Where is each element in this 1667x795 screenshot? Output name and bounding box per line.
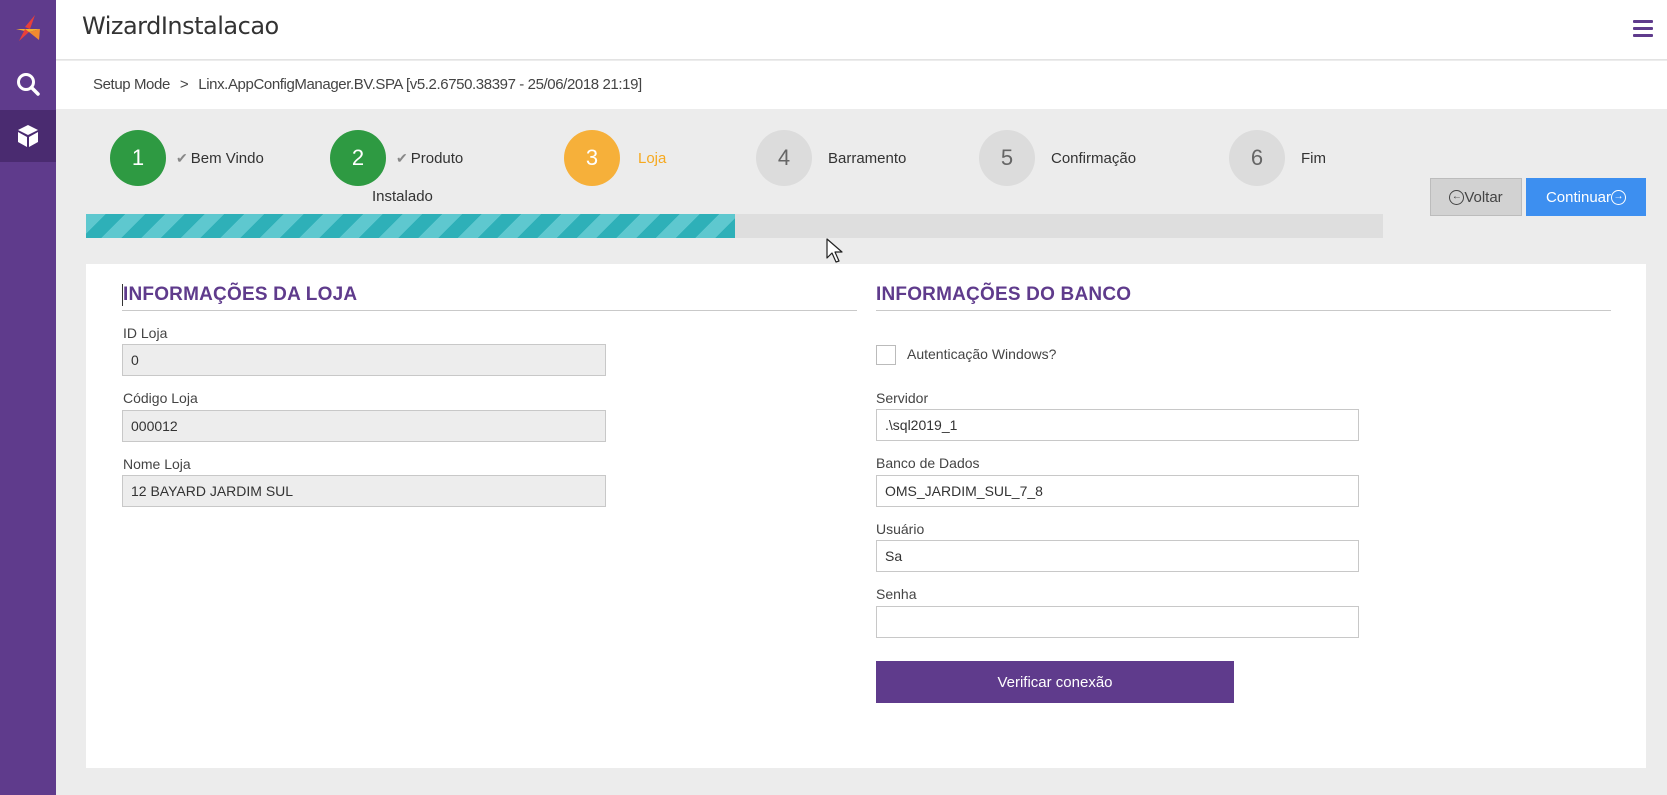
hamburger-menu-icon[interactable] <box>1633 20 1653 38</box>
step-number: 4 <box>756 130 812 186</box>
step-label: Confirmação <box>1051 149 1137 167</box>
wizard-step-2[interactable]: 2 ✔ Produto <box>330 130 463 186</box>
breadcrumb: Setup Mode > Linx.AppConfigManager.BV.SPA … <box>93 76 642 93</box>
verify-connection-button[interactable]: Verificar conexão <box>876 661 1234 703</box>
step-number: 1 <box>110 130 166 186</box>
step-label: Loja <box>638 149 667 167</box>
step-sublabel: Instalado <box>372 188 433 205</box>
store-code-label: Código Loja <box>123 390 198 406</box>
step-number: 5 <box>979 130 1035 186</box>
store-code-field[interactable]: 000012 <box>122 410 606 442</box>
continue-button-label: Continuar <box>1545 188 1612 206</box>
user-field[interactable]: Sa <box>876 540 1359 572</box>
server-field[interactable]: .\sql2019_1 <box>876 409 1359 441</box>
password-label: Senha <box>876 586 917 602</box>
breadcrumb-bar: Setup Mode > Linx.AppConfigManager.BV.SPA … <box>56 61 1667 109</box>
wizard-step-4[interactable]: 4 Barramento <box>756 130 906 186</box>
box-icon[interactable] <box>0 110 56 162</box>
search-icon[interactable] <box>0 58 56 110</box>
store-name-field[interactable]: 12 BAYARD JARDIM SUL <box>122 475 606 507</box>
store-section-title: INFORMAÇÕES DA LOJA <box>123 284 358 305</box>
step-label: Barramento <box>828 149 907 167</box>
form-panel <box>86 264 1646 768</box>
step-number: 2 <box>330 130 386 186</box>
windows-auth-label[interactable]: Autenticação Windows? <box>907 346 1056 362</box>
app-title: WizardInstalacao <box>82 12 279 40</box>
wizard-step-3[interactable]: 3 Loja <box>564 130 666 186</box>
step-number: 6 <box>1229 130 1285 186</box>
arrow-right-icon: → <box>1611 189 1627 205</box>
store-name-label: Nome Loja <box>123 456 191 472</box>
breadcrumb-root[interactable]: Setup Mode <box>93 76 170 93</box>
wizard-progress-bar <box>86 214 1383 238</box>
breadcrumb-separator: > <box>179 76 189 93</box>
database-name-field[interactable]: OMS_JARDIM_SUL_7_8 <box>876 475 1359 507</box>
wizard-step-5[interactable]: 5 Confirmação <box>979 130 1136 186</box>
sidebar <box>0 0 56 795</box>
step-number: 3 <box>564 130 620 186</box>
database-name-label: Banco de Dados <box>876 455 980 471</box>
step-label: Fim <box>1301 149 1326 167</box>
linx-logo-icon[interactable] <box>0 2 56 54</box>
step-label: Bem Vindo <box>190 149 264 167</box>
database-section-divider <box>876 310 1611 311</box>
step-label: Produto <box>410 149 464 167</box>
progress-fill <box>86 214 735 238</box>
back-button[interactable]: ← Voltar <box>1430 178 1522 216</box>
store-id-label: ID Loja <box>123 325 168 341</box>
database-section-title: INFORMAÇÕES DO BANCO <box>876 284 1132 305</box>
continue-button[interactable]: Continuar → <box>1526 178 1646 216</box>
top-bar: WizardInstalacao <box>56 0 1667 60</box>
wizard-step-1[interactable]: 1 ✔ Bem Vindo <box>110 130 264 186</box>
server-label: Servidor <box>876 390 929 406</box>
store-id-field[interactable]: 0 <box>122 344 606 376</box>
wizard-step-6[interactable]: 6 Fim <box>1229 130 1326 186</box>
store-section-divider <box>122 310 857 311</box>
checkmark-icon: ✔ <box>176 149 188 166</box>
password-field[interactable] <box>876 606 1359 638</box>
breadcrumb-current: Linx.AppConfigManager.BV.SPA [v5.2.6750.… <box>198 76 642 93</box>
mouse-pointer-icon <box>826 238 844 269</box>
checkmark-icon: ✔ <box>396 149 408 166</box>
user-label: Usuário <box>876 521 925 537</box>
windows-auth-checkbox[interactable] <box>876 345 896 365</box>
arrow-left-icon: ← <box>1449 189 1465 205</box>
back-button-label: Voltar <box>1464 188 1503 206</box>
